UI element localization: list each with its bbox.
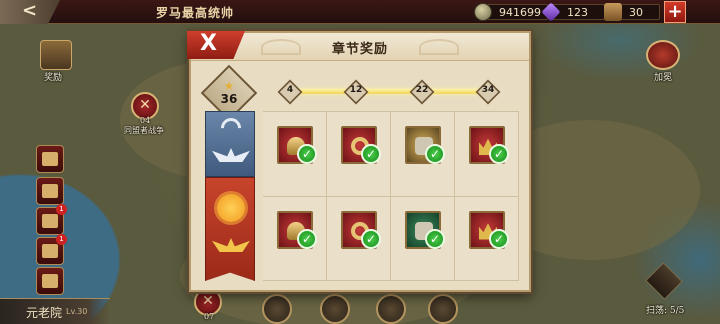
back-arrow-icon: < bbox=[22, 0, 38, 21]
progress-fill bbox=[289, 89, 489, 94]
eagle-icon bbox=[212, 238, 250, 252]
reward-cell[interactable]: ✓ bbox=[391, 112, 455, 197]
claimed-check-icon: ✓ bbox=[297, 144, 317, 164]
reward-grid: ✓ ✓ ✓ ✓ ✓ ✓ ✓ ✓ bbox=[263, 111, 519, 281]
crossed-swords-icon: ✕ bbox=[139, 97, 151, 113]
map-node[interactable] bbox=[320, 294, 350, 324]
dialog-title: 章节奖励 bbox=[331, 42, 388, 57]
sun-icon bbox=[217, 194, 245, 222]
claimed-check-icon: ✓ bbox=[425, 144, 445, 164]
milestone-value: 34 bbox=[481, 85, 495, 95]
chapter-reward-dialog: 章节奖励 X ★ 36 4 12 22 34 ✓ ✓ ✓ ✓ ✓ ✓ ✓ ✓ bbox=[187, 31, 531, 292]
alliance-war-label: 同盟者战争 bbox=[124, 126, 164, 135]
claimed-check-icon: ✓ bbox=[489, 228, 509, 249]
claimed-check-icon: ✓ bbox=[361, 228, 381, 249]
milestone-value: 4 bbox=[286, 85, 294, 95]
star-count: ★ 36 bbox=[209, 73, 249, 113]
claimed-check-icon: ✓ bbox=[489, 144, 509, 164]
alliance-war-number: 04 bbox=[140, 116, 151, 125]
reward-cell[interactable]: ✓ bbox=[263, 196, 327, 281]
coin-icon bbox=[474, 3, 492, 21]
milestone-value: 22 bbox=[415, 85, 429, 95]
crescent-moon-icon bbox=[216, 113, 246, 143]
reward-cell[interactable]: ✓ bbox=[263, 112, 327, 197]
milestone-marker: 4 bbox=[277, 79, 303, 105]
add-resource-button[interactable]: + bbox=[664, 1, 686, 23]
trophy-icon bbox=[42, 274, 58, 288]
reward-cell[interactable]: ✓ bbox=[455, 112, 519, 197]
senate-label: 元老院 bbox=[26, 306, 63, 320]
map-node[interactable] bbox=[428, 294, 458, 324]
moon-banner bbox=[205, 111, 255, 177]
legion-banner bbox=[205, 111, 255, 281]
coin-resource[interactable]: 941699 bbox=[474, 3, 548, 21]
scroll-resource[interactable]: 30 bbox=[604, 3, 660, 21]
milestone-value: 12 bbox=[349, 85, 363, 95]
progress-track bbox=[289, 89, 489, 94]
battle-node-number: 07 bbox=[204, 312, 215, 321]
reward-cell[interactable]: ✓ bbox=[327, 196, 391, 281]
reward-chest-label: 奖励 bbox=[44, 73, 63, 83]
senate-bar[interactable]: 元老院 Lv.30 bbox=[0, 298, 110, 324]
page-title: 罗马最高统帅 bbox=[156, 6, 235, 20]
sun-banner bbox=[205, 177, 255, 281]
map-node[interactable] bbox=[262, 294, 292, 324]
back-button[interactable]: < bbox=[0, 0, 60, 24]
notification-badge: 1 bbox=[56, 204, 67, 215]
star-icon: ★ bbox=[223, 79, 235, 93]
claimed-check-icon: ✓ bbox=[361, 144, 381, 164]
crown-icon bbox=[42, 184, 58, 198]
side-button-trophy[interactable] bbox=[36, 267, 64, 295]
map-node[interactable] bbox=[376, 294, 406, 324]
milestone-marker: 22 bbox=[409, 79, 435, 105]
side-button-chest[interactable]: 1 bbox=[36, 234, 67, 265]
coronation-button[interactable] bbox=[646, 40, 680, 70]
sweep-counter: 扫荡: 5/5 bbox=[646, 306, 685, 316]
claimed-check-icon: ✓ bbox=[297, 228, 317, 249]
milestone-marker: 12 bbox=[343, 79, 369, 105]
eagle-icon bbox=[212, 148, 250, 162]
gem-resource[interactable]: 123 bbox=[541, 2, 605, 22]
close-icon: X bbox=[200, 31, 217, 56]
film-icon bbox=[42, 214, 58, 228]
reward-cell[interactable]: ✓ bbox=[455, 196, 519, 281]
senate-level: Lv.30 bbox=[66, 307, 88, 316]
chest-icon bbox=[42, 244, 58, 258]
star-total: 36 bbox=[220, 92, 238, 106]
claimed-check-icon: ✓ bbox=[425, 228, 445, 249]
reward-chest-icon[interactable] bbox=[40, 40, 72, 70]
side-button-resources[interactable] bbox=[36, 145, 64, 173]
side-button-gallery[interactable]: 1 bbox=[36, 204, 67, 235]
milestone-marker: 34 bbox=[475, 79, 501, 105]
top-bar: < 罗马最高统帅 941699 123 30 + bbox=[0, 0, 720, 24]
reward-cell[interactable]: ✓ bbox=[391, 196, 455, 281]
crossed-swords-icon: ✕ bbox=[202, 293, 214, 309]
coronation-label: 加冕 bbox=[654, 73, 673, 83]
side-button-crown[interactable] bbox=[36, 177, 64, 205]
notification-badge: 1 bbox=[56, 234, 67, 245]
bag-icon bbox=[42, 152, 58, 166]
reward-cell[interactable]: ✓ bbox=[327, 112, 391, 197]
scroll-icon bbox=[604, 3, 622, 21]
